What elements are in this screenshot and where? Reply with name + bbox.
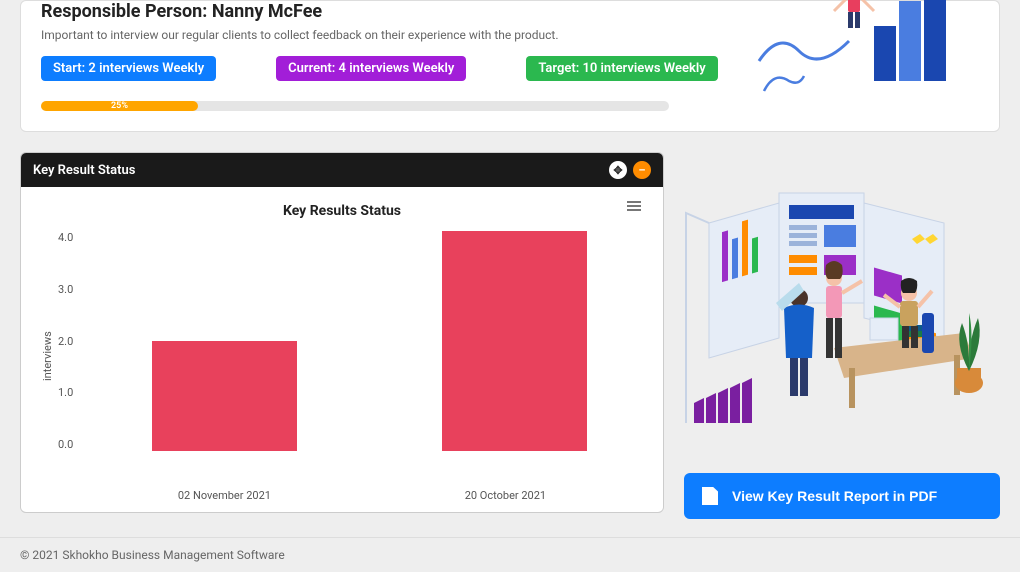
chart-ylabel: interviews [41,231,54,481]
pdf-button-label: View Key Result Report in PDF [732,488,937,504]
xtick: 02 November 2021 [178,489,271,502]
chart-panel-header: Key Result Status ✥ – [21,153,663,187]
chart-yaxis: 4.0 3.0 2.0 1.0 0.0 [58,231,81,451]
chart-title: Key Results Status [41,203,643,219]
file-icon [702,487,718,505]
chart-plot-area: interviews 4.0 3.0 2.0 1.0 0.0 [41,231,643,481]
title-label: Responsible Person: [41,1,207,22]
current-badge: Current: 4 interviews Weekly [276,56,466,81]
panel-header-icons: ✥ – [609,161,651,179]
ytick: 2.0 [58,335,73,348]
footer-text: © 2021 Skhokho Business Management Softw… [20,548,285,562]
expand-icon[interactable]: ✥ [609,161,627,179]
ytick: 0.0 [58,438,73,451]
ytick: 1.0 [58,386,73,399]
right-column: View Key Result Report in PDF [684,183,1000,519]
right-illustration [684,183,1000,443]
chart-bar [442,231,587,451]
chart-panel-title: Key Result Status [33,163,135,178]
chart-menu-icon[interactable] [627,201,641,211]
xtick: 20 October 2021 [465,489,546,502]
ytick: 3.0 [58,283,73,296]
top-illustration [749,0,979,101]
ytick: 4.0 [58,231,73,244]
collapse-icon[interactable]: – [633,161,651,179]
target-badge: Target: 10 interviews Weekly [526,56,717,81]
chart-xaxis: 02 November 2021 20 October 2021 [41,489,643,502]
progress-percent: 25% [111,101,128,111]
chart-bar [152,341,297,451]
progress-fill: 25% [41,101,198,111]
chart-panel: Key Result Status ✥ – Key Results Status… [20,152,664,513]
chart-body: Key Results Status interviews 4.0 3.0 2.… [21,187,663,512]
title-name: Nanny McFee [212,1,322,22]
chart-bars [81,231,643,451]
footer: © 2021 Skhokho Business Management Softw… [0,537,1020,572]
view-pdf-button[interactable]: View Key Result Report in PDF [684,473,1000,519]
progress-bar: 25% [41,101,669,111]
start-badge: Start: 2 interviews Weekly [41,56,216,81]
key-result-card: Responsible Person: Nanny McFee Importan… [20,0,1000,132]
